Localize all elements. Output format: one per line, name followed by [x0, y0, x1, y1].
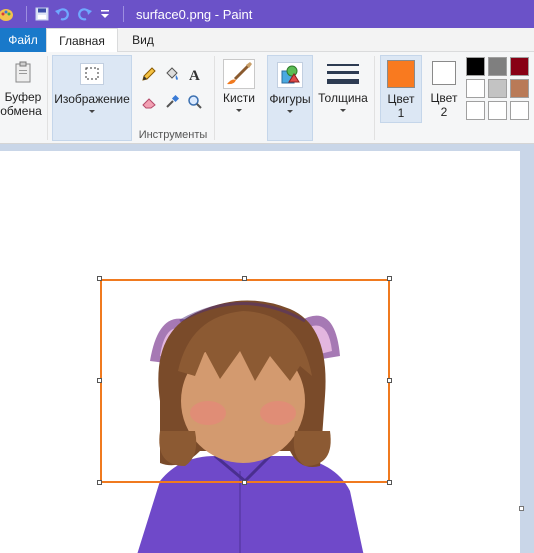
palette-swatch-empty[interactable]: [466, 101, 485, 120]
image-group: Изображение: [52, 55, 132, 141]
size-button[interactable]: Толщина: [315, 55, 371, 112]
color1-group: Цвет 1: [380, 55, 422, 123]
customize-toolbar-dropdown-icon[interactable]: [96, 5, 114, 23]
chevron-down-icon: [340, 109, 346, 112]
tab-home[interactable]: Главная: [46, 28, 118, 53]
group-separator: [374, 56, 375, 140]
window-title: surface0.png - Paint: [136, 6, 253, 22]
ribbon-tabs: Файл Главная Вид: [0, 28, 534, 53]
chevron-down-icon: [89, 110, 95, 113]
color-picker-icon[interactable]: [162, 92, 182, 112]
selection-handle[interactable]: [97, 480, 102, 485]
paint-app-icon[interactable]: [0, 6, 14, 22]
magnifier-icon[interactable]: [185, 92, 205, 112]
clipboard-group: Буфер обмена: [0, 52, 46, 144]
clipboard-label-line2: обмена: [0, 104, 42, 118]
selection-handle[interactable]: [242, 276, 247, 281]
chevron-down-icon: [236, 109, 242, 112]
selection-handle[interactable]: [242, 480, 247, 485]
ribbon: Буфер обмена Изображение A Инструменты К…: [0, 52, 534, 144]
svg-text:A: A: [189, 68, 200, 82]
shapes-label: Фигуры: [269, 92, 311, 106]
shapes-icon: [277, 62, 303, 88]
line-thickness-icon: [327, 60, 359, 88]
tools-group-label: Инструменты: [138, 129, 208, 141]
palette-swatch-dark-red[interactable]: [510, 57, 529, 76]
image-button[interactable]: Изображение: [53, 56, 131, 113]
color-palette: [466, 52, 534, 144]
tools-group: A Инструменты: [134, 52, 212, 144]
brushes-button[interactable]: Кисти: [216, 55, 262, 112]
palette-swatch-gray[interactable]: [488, 57, 507, 76]
shapes-button[interactable]: Фигуры: [268, 56, 312, 113]
clipboard-icon: [11, 60, 35, 84]
selection-handle[interactable]: [387, 480, 392, 485]
undo-icon[interactable]: [54, 5, 72, 23]
color1-label-line2: 1: [397, 106, 405, 120]
eraser-icon[interactable]: [139, 92, 159, 112]
tab-view[interactable]: Вид: [126, 28, 160, 52]
tab-file[interactable]: Файл: [0, 28, 46, 52]
group-separator: [47, 56, 48, 140]
color2-swatch: [432, 61, 456, 85]
palette-swatch-empty[interactable]: [510, 101, 529, 120]
select-icon: [80, 63, 104, 85]
brushes-label: Кисти: [223, 91, 255, 105]
save-icon[interactable]: [33, 5, 51, 23]
selection-marquee[interactable]: [100, 279, 390, 483]
drawing-canvas[interactable]: [0, 151, 520, 553]
selection-handle[interactable]: [387, 378, 392, 383]
redo-icon[interactable]: [75, 5, 93, 23]
palette-swatch-white[interactable]: [466, 79, 485, 98]
color2-label-line1: Цвет: [430, 91, 458, 105]
group-separator: [214, 56, 215, 140]
quick-access-toolbar: [0, 0, 130, 28]
selection-handle[interactable]: [97, 276, 102, 281]
size-label: Толщина: [318, 91, 368, 105]
color2-label-line2: 2: [440, 105, 448, 119]
selection-handle[interactable]: [97, 378, 102, 383]
brush-icon: [223, 59, 255, 89]
clipboard-button[interactable]: Буфер обмена: [0, 55, 46, 118]
shapes-group: Фигуры: [267, 55, 313, 141]
image-label: Изображение: [54, 92, 130, 106]
size-group: Толщина: [315, 52, 371, 144]
selection-handle[interactable]: [387, 276, 392, 281]
palette-swatch-black[interactable]: [466, 57, 485, 76]
palette-swatch-light-gray[interactable]: [488, 79, 507, 98]
pencil-icon[interactable]: [139, 64, 159, 84]
fill-bucket-icon[interactable]: [162, 64, 182, 84]
color1-swatch: [387, 60, 415, 88]
color1-button[interactable]: Цвет 1: [381, 56, 421, 120]
color2-button[interactable]: Цвет 2: [424, 55, 464, 119]
canvas-workspace: [0, 145, 534, 553]
color2-group: Цвет 2: [424, 52, 464, 144]
separator: [123, 6, 124, 22]
canvas-resize-handle[interactable]: [519, 506, 524, 511]
text-tool-icon[interactable]: A: [185, 64, 205, 84]
palette-swatch-brown[interactable]: [510, 79, 529, 98]
palette-swatch-empty[interactable]: [488, 101, 507, 120]
brushes-group: Кисти: [216, 52, 262, 144]
color1-label-line1: Цвет: [387, 92, 415, 106]
chevron-down-icon: [287, 110, 293, 113]
clipboard-label-line1: Буфер: [4, 90, 42, 104]
separator: [26, 6, 27, 22]
title-bar: surface0.png - Paint: [0, 0, 534, 28]
